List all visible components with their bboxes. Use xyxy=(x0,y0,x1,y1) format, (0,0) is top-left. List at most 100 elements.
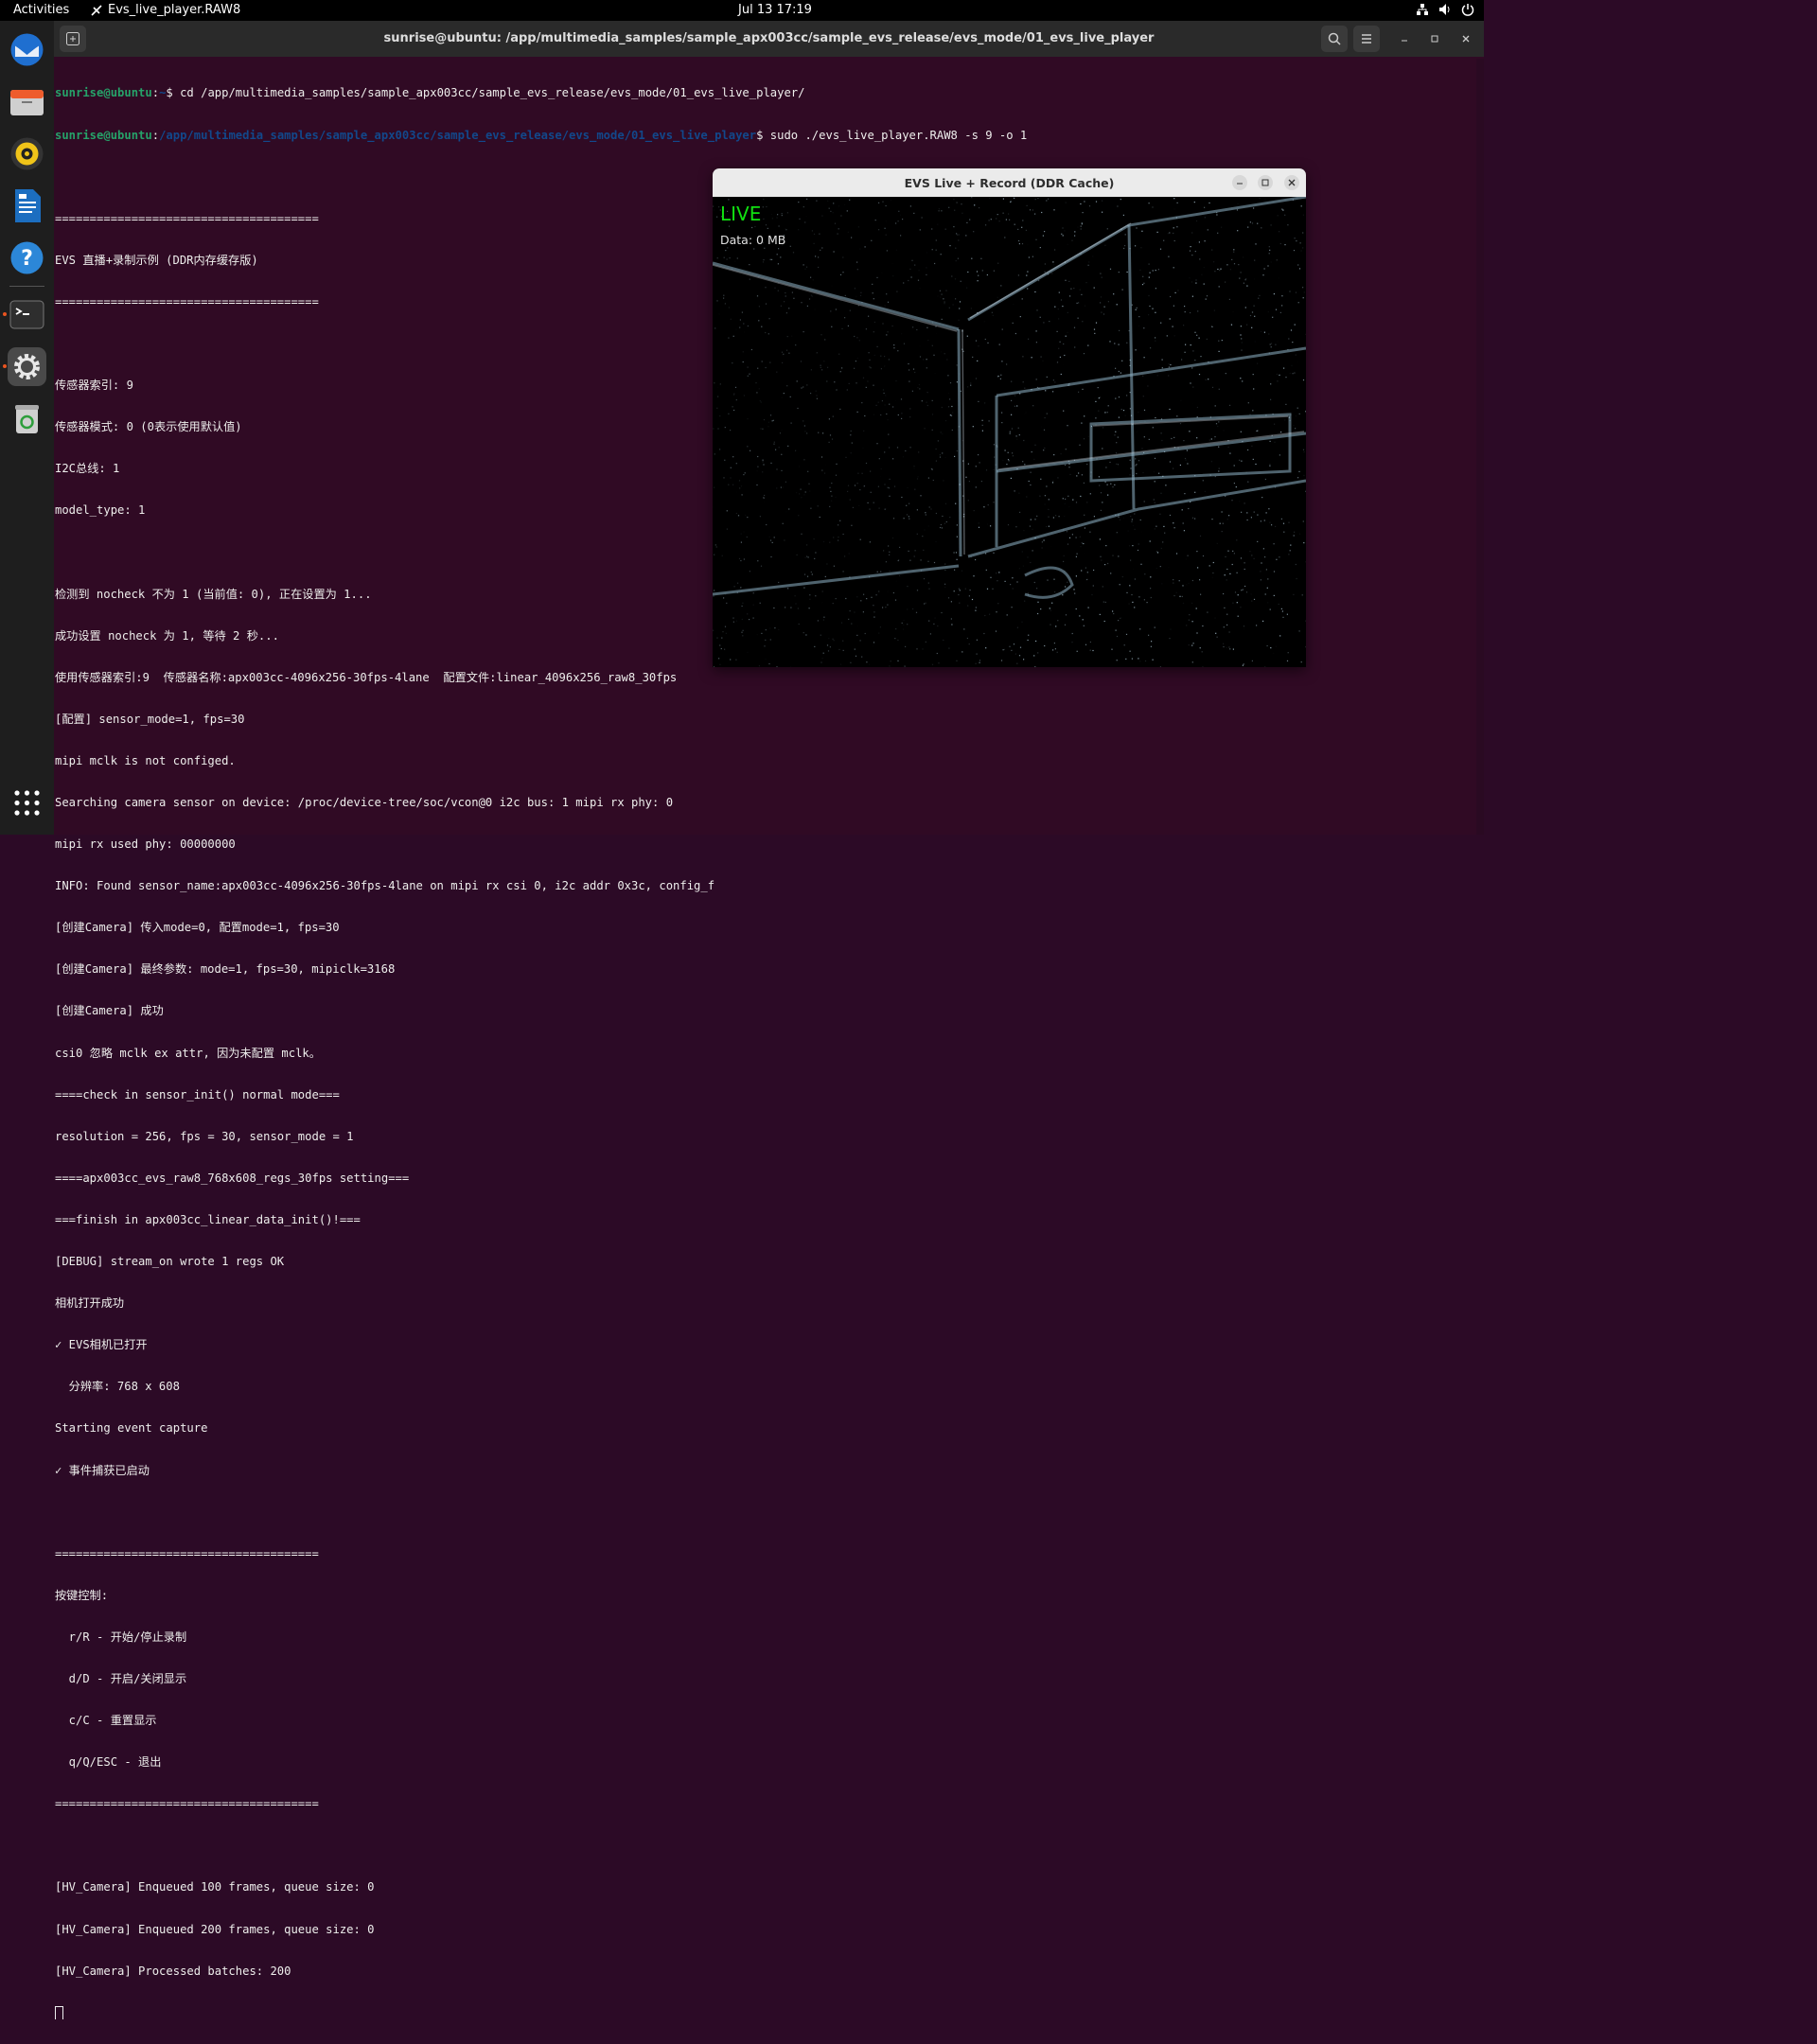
dock-help[interactable]: ? xyxy=(8,238,46,277)
dock: ? xyxy=(0,21,54,835)
live-window-titlebar[interactable]: EVS Live + Record (DDR Cache) xyxy=(713,168,1306,197)
volume-icon xyxy=(1438,3,1452,16)
cursor-line xyxy=(55,2006,1479,2020)
prompt-command: $ cd /app/multimedia_samples/sample_apx0… xyxy=(166,86,804,99)
minimize-icon xyxy=(1232,175,1247,190)
output-line: [DEBUG] stream_on wrote 1 regs OK xyxy=(55,1255,1479,1269)
output-line: [HV_Camera] Enqueued 100 frames, queue s… xyxy=(55,1880,1479,1894)
dock-trash[interactable] xyxy=(8,399,46,438)
event-camera-view[interactable]: LIVE Data: 0 MB xyxy=(713,197,1306,667)
live-window-title: EVS Live + Record (DDR Cache) xyxy=(713,176,1306,190)
search-button[interactable] xyxy=(1321,26,1348,52)
search-icon xyxy=(1327,31,1342,46)
event-stream-image xyxy=(713,197,1306,667)
hamburger-icon xyxy=(1359,31,1374,46)
system-tray[interactable] xyxy=(1416,3,1474,16)
output-line: ====================================== xyxy=(55,1797,1479,1811)
live-minimize-button[interactable] xyxy=(1232,175,1247,190)
output-line: [配置] sensor_mode=1, fps=30 xyxy=(55,713,1479,727)
trash-icon xyxy=(8,399,46,438)
output-line xyxy=(55,1839,1479,1853)
output-line: [创建Camera] 最终参数: mode=1, fps=30, mipiclk… xyxy=(55,962,1479,977)
dock-separator xyxy=(9,286,44,287)
output-line: [创建Camera] 成功 xyxy=(55,1004,1479,1018)
restore-icon xyxy=(1426,30,1443,47)
terminal-headerbar: sunrise@ubuntu: /app/multimedia_samples/… xyxy=(54,21,1484,57)
clock[interactable]: Jul 13 17:19 xyxy=(738,3,812,17)
files-icon xyxy=(8,82,46,121)
rhythmbox-icon xyxy=(8,134,46,173)
output-line: r/R - 开始/停止录制 xyxy=(55,1630,1479,1645)
minimize-button[interactable] xyxy=(1396,30,1413,47)
output-line: ✓ 事件捕获已启动 xyxy=(55,1464,1479,1478)
prompt-line: sunrise@ubuntu:/app/multimedia_samples/s… xyxy=(55,129,1479,143)
prompt-line: sunrise@ubuntu:~$ cd /app/multimedia_sam… xyxy=(55,86,1479,100)
output-line: 分辨率: 768 x 608 xyxy=(55,1380,1479,1394)
dock-libreoffice-writer[interactable] xyxy=(8,186,46,225)
dock-settings[interactable] xyxy=(8,347,46,386)
output-line: 按键控制: xyxy=(55,1589,1479,1603)
output-line: Starting event capture xyxy=(55,1421,1479,1436)
output-line: [HV_Camera] Processed batches: 200 xyxy=(55,1965,1479,1979)
output-line: 使用传感器索引:9 传感器名称:apx003cc-4096x256-30fps-… xyxy=(55,671,1479,685)
running-indicator xyxy=(3,312,7,316)
output-line: ====check in sensor_init() normal mode==… xyxy=(55,1088,1479,1102)
output-line: mipi rx used phy: 00000000 xyxy=(55,837,1479,852)
output-line: 相机打开成功 xyxy=(55,1296,1479,1311)
app-name: Evs_live_player.RAW8 xyxy=(108,3,240,17)
output-line: ====================================== xyxy=(55,1547,1479,1561)
dock-thunderbird[interactable] xyxy=(8,30,46,69)
maximize-icon xyxy=(1258,175,1273,190)
terminal-icon xyxy=(8,295,46,334)
output-line: mipi mclk is not configed. xyxy=(55,754,1479,768)
prompt-command: $ sudo ./evs_live_player.RAW8 -s 9 -o 1 xyxy=(756,129,1027,142)
gear-icon xyxy=(8,347,46,386)
close-icon xyxy=(1457,30,1474,47)
data-size-readout: Data: 0 MB xyxy=(720,233,785,247)
output-line: c/C - 重置显示 xyxy=(55,1714,1479,1728)
running-indicator xyxy=(3,364,7,368)
output-line: [创建Camera] 传入mode=0, 配置mode=1, fps=30 xyxy=(55,921,1479,935)
dock-terminal[interactable] xyxy=(8,295,46,334)
svg-text:?: ? xyxy=(21,247,33,271)
thunderbird-icon xyxy=(8,30,46,69)
output-line: ====apx003cc_evs_raw8_768x608_regs_30fps… xyxy=(55,1172,1479,1186)
terminal-title: sunrise@ubuntu: /app/multimedia_samples/… xyxy=(54,31,1484,45)
output-line xyxy=(55,1506,1479,1520)
dock-files[interactable] xyxy=(8,82,46,121)
output-line: Searching camera sensor on device: /proc… xyxy=(55,796,1479,810)
minimize-icon xyxy=(1396,30,1413,47)
help-icon: ? xyxy=(8,238,46,277)
dock-rhythmbox[interactable] xyxy=(8,134,46,173)
menu-button[interactable] xyxy=(1353,26,1380,52)
activities-button[interactable]: Activities xyxy=(13,3,69,17)
app-icon xyxy=(90,4,103,17)
output-line: csi0 忽略 mclk ex attr, 因为未配置 mclk。 xyxy=(55,1047,1479,1061)
prompt-user: sunrise@ubuntu xyxy=(55,129,152,142)
network-icon xyxy=(1416,3,1429,16)
output-line: resolution = 256, fps = 30, sensor_mode … xyxy=(55,1130,1479,1144)
maximize-button[interactable] xyxy=(1426,30,1443,47)
output-line: INFO: Found sensor_name:apx003cc-4096x25… xyxy=(55,879,1479,893)
live-indicator: LIVE xyxy=(720,203,761,225)
close-icon xyxy=(1284,175,1299,190)
show-apps-button[interactable] xyxy=(8,784,46,822)
writer-icon xyxy=(8,186,46,225)
output-line: ✓ EVS相机已打开 xyxy=(55,1338,1479,1352)
terminal-scrollbar[interactable] xyxy=(1476,59,1484,835)
apps-grid-icon xyxy=(8,784,46,822)
live-close-button[interactable] xyxy=(1284,175,1299,190)
close-button[interactable] xyxy=(1457,30,1474,47)
top-bar: Activities Evs_live_player.RAW8 Jul 13 1… xyxy=(0,0,1484,21)
power-icon xyxy=(1461,3,1474,16)
output-line: ===finish in apx003cc_linear_data_init()… xyxy=(55,1213,1479,1227)
evs-live-window: EVS Live + Record (DDR Cache) xyxy=(713,168,1306,667)
output-line: q/Q/ESC - 退出 xyxy=(55,1755,1479,1770)
app-menu[interactable]: Evs_live_player.RAW8 xyxy=(90,3,240,17)
live-maximize-button[interactable] xyxy=(1258,175,1273,190)
output-line: [HV_Camera] Enqueued 200 frames, queue s… xyxy=(55,1923,1479,1937)
prompt-user: sunrise@ubuntu xyxy=(55,86,152,99)
output-line: d/D - 开启/关闭显示 xyxy=(55,1672,1479,1686)
prompt-path: /app/multimedia_samples/sample_apx003cc/… xyxy=(159,129,756,142)
text-cursor xyxy=(55,2006,63,2020)
